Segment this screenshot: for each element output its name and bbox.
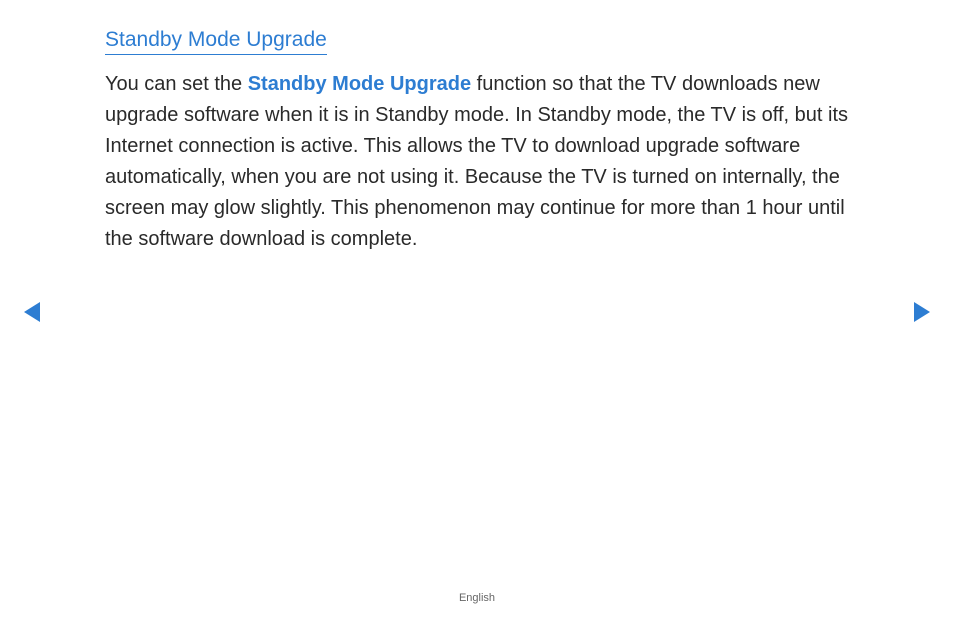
body-paragraph: You can set the Standby Mode Upgrade fun… (105, 69, 849, 255)
prev-page-button[interactable] (20, 300, 42, 324)
next-page-button[interactable] (912, 300, 934, 324)
arrow-left-icon (20, 300, 42, 324)
body-term: Standby Mode Upgrade (248, 73, 471, 95)
arrow-right-icon (912, 300, 934, 324)
footer-language-label: English (0, 592, 954, 604)
body-prefix: You can set the (105, 73, 248, 95)
page-content: Standby Mode Upgrade You can set the Sta… (0, 0, 954, 255)
body-suffix: function so that the TV downloads new up… (105, 73, 848, 250)
page-heading: Standby Mode Upgrade (105, 28, 327, 55)
